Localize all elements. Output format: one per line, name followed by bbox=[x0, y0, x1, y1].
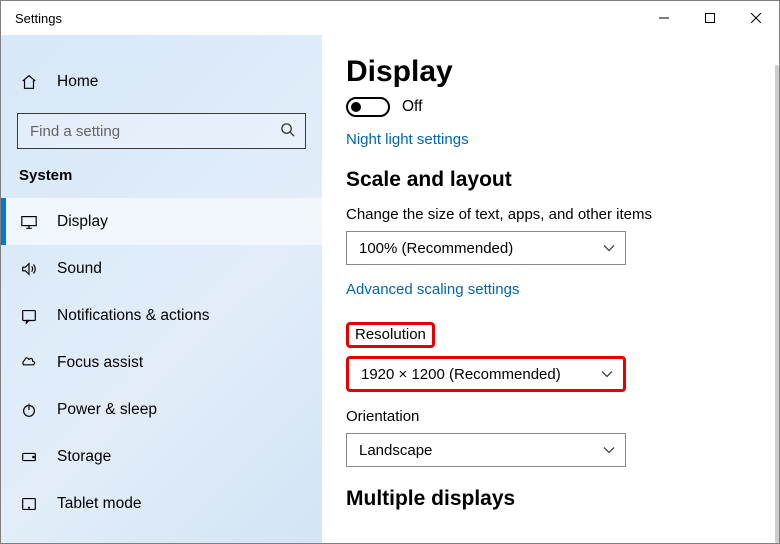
sidebar-item-focus-assist[interactable]: Focus assist bbox=[1, 339, 322, 386]
orientation-label: Orientation bbox=[346, 408, 419, 425]
minimize-button[interactable] bbox=[641, 1, 687, 35]
power-icon bbox=[19, 400, 39, 420]
scale-select[interactable]: 100% (Recommended) bbox=[346, 231, 626, 265]
scrollbar[interactable] bbox=[775, 65, 779, 543]
night-light-toggle-state: Off bbox=[402, 98, 422, 116]
focus-assist-icon bbox=[19, 353, 39, 373]
sidebar-item-notifications[interactable]: Notifications & actions bbox=[1, 292, 322, 339]
orientation-value: Landscape bbox=[359, 442, 432, 459]
maximize-button[interactable] bbox=[687, 1, 733, 35]
chevron-down-icon bbox=[603, 442, 615, 459]
sidebar-item-label: Storage bbox=[57, 448, 111, 466]
title-bar: Settings bbox=[1, 1, 779, 35]
close-button[interactable] bbox=[733, 1, 779, 35]
search-box[interactable] bbox=[17, 113, 306, 149]
sidebar-item-label: Display bbox=[57, 213, 108, 231]
sidebar-item-label: Sound bbox=[57, 260, 102, 278]
content-panel: Display Off Night light settings Scale a… bbox=[322, 35, 779, 543]
night-light-toggle[interactable] bbox=[346, 97, 390, 117]
sidebar-item-tablet-mode[interactable]: Tablet mode bbox=[1, 480, 322, 527]
multiple-displays-heading: Multiple displays bbox=[346, 487, 773, 511]
search-icon bbox=[280, 122, 295, 141]
scale-heading: Scale and layout bbox=[346, 168, 773, 192]
storage-icon bbox=[19, 447, 39, 467]
home-nav[interactable]: Home bbox=[1, 58, 322, 105]
resolution-value: 1920 × 1200 (Recommended) bbox=[361, 366, 561, 383]
chevron-down-icon bbox=[601, 366, 613, 383]
night-light-settings-link[interactable]: Night light settings bbox=[346, 131, 773, 148]
sound-icon bbox=[19, 259, 39, 279]
sidebar: Home System bbox=[1, 35, 322, 543]
display-icon bbox=[19, 212, 39, 232]
sidebar-item-sound[interactable]: Sound bbox=[1, 245, 322, 292]
resolution-label: Resolution bbox=[346, 322, 435, 348]
sidebar-item-label: Power & sleep bbox=[57, 401, 157, 419]
sidebar-item-storage[interactable]: Storage bbox=[1, 433, 322, 480]
resolution-select[interactable]: 1920 × 1200 (Recommended) bbox=[346, 356, 626, 392]
home-label: Home bbox=[57, 73, 98, 91]
chevron-down-icon bbox=[603, 240, 615, 257]
sidebar-item-label: Tablet mode bbox=[57, 495, 141, 513]
tablet-icon bbox=[19, 494, 39, 514]
sidebar-item-power-sleep[interactable]: Power & sleep bbox=[1, 386, 322, 433]
advanced-scaling-link[interactable]: Advanced scaling settings bbox=[346, 281, 773, 298]
sidebar-item-display[interactable]: Display bbox=[1, 198, 322, 245]
group-heading: System bbox=[1, 165, 322, 198]
sidebar-item-label: Focus assist bbox=[57, 354, 143, 372]
notifications-icon bbox=[19, 306, 39, 326]
page-title: Display bbox=[346, 55, 773, 89]
home-icon bbox=[19, 72, 39, 92]
sidebar-item-label: Notifications & actions bbox=[57, 307, 210, 325]
scale-label: Change the size of text, apps, and other… bbox=[346, 206, 652, 223]
orientation-select[interactable]: Landscape bbox=[346, 433, 626, 467]
scale-value: 100% (Recommended) bbox=[359, 240, 513, 257]
search-input[interactable] bbox=[28, 122, 280, 141]
window-title: Settings bbox=[15, 11, 62, 26]
